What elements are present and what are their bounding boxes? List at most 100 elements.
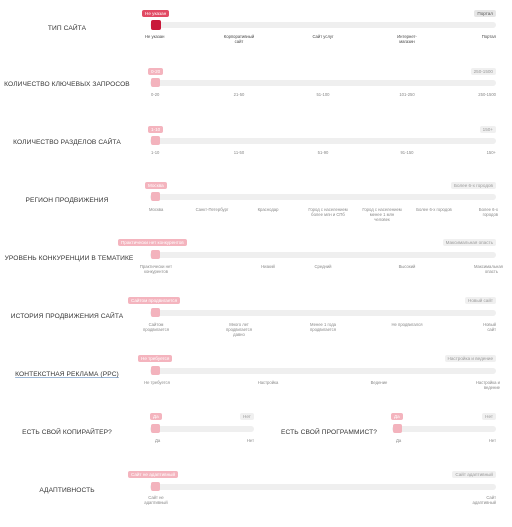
tick-label[interactable]: Не указан	[145, 34, 185, 40]
label-keywords: Количество ключевых запросов	[4, 81, 130, 88]
slider-row-sections: Количество разделов сайта 1-10 150+ 1-10…	[0, 122, 512, 179]
slider-track[interactable]	[150, 80, 496, 86]
max-value-badge: Новый сайт	[465, 297, 496, 304]
tick-label[interactable]: 0-20	[151, 92, 191, 98]
max-value-badge: Портал	[474, 10, 496, 17]
label-region: Регион продвижения	[25, 197, 109, 204]
slider-thumb[interactable]	[151, 78, 160, 87]
tick-label[interactable]: 51-100	[298, 92, 348, 98]
tick-label[interactable]: Интернет-магазин	[390, 34, 424, 45]
max-value-badge: Сайт адаптивный	[452, 471, 496, 478]
tick-label[interactable]: 21-50	[214, 92, 264, 98]
tick-label[interactable]: Корпоративный сайт	[219, 34, 259, 45]
slider-row-adaptive: Адаптивность Сайт не адаптивный Сайт ада…	[0, 470, 512, 527]
slider-track[interactable]	[150, 484, 496, 490]
slider-thumb[interactable]	[151, 250, 160, 259]
tick-label[interactable]: Низкий	[243, 264, 293, 270]
tick-label[interactable]: Краснодар	[243, 207, 293, 213]
tick-label[interactable]: Практически нет конкурентов	[136, 264, 176, 275]
tick-label[interactable]: 91-150	[382, 150, 432, 156]
current-value-badge: 1-10	[148, 126, 164, 133]
max-value-badge: 250-1500	[470, 68, 496, 75]
tick-label[interactable]: 1-10	[151, 150, 191, 156]
max-value-badge: Нет	[482, 413, 496, 420]
tick-label[interactable]: Более 6-х городов	[409, 207, 459, 213]
label-site-type: Тип сайта	[47, 25, 87, 32]
tick-label[interactable]: Менее 1 года продвигается	[305, 322, 341, 333]
slider-thumb[interactable]	[151, 482, 160, 491]
tick-label[interactable]: Не продвигался	[382, 322, 432, 328]
current-value-badge: Практически нет конкурентов	[118, 239, 187, 246]
current-value-badge: Не требуется	[138, 355, 173, 362]
slider-row-region: Регион продвижения Москва Более 6-х горо…	[0, 180, 512, 237]
slider-thumb[interactable]	[151, 20, 161, 30]
current-value-badge: Сайтом продвигается	[128, 297, 181, 304]
label-competition: Уровень конкуренции в тематике	[4, 255, 134, 262]
slider-row-competition: Уровень конкуренции в тематике Практичес…	[0, 238, 512, 295]
slider-thumb[interactable]	[393, 424, 402, 433]
label-history: История продвижения сайта	[10, 313, 124, 320]
tick-label[interactable]: 51-90	[298, 150, 348, 156]
tick-label[interactable]: Более 6-х городов	[474, 207, 498, 218]
tick-label[interactable]: 101-250	[382, 92, 432, 98]
tick-label[interactable]: Санкт-Петербург	[187, 207, 237, 213]
label-programmer: Есть свой программист?	[281, 429, 377, 436]
tick-label[interactable]: Город с населением более млн и СПб	[305, 207, 351, 218]
tick-label[interactable]: Сайт не адаптивный	[141, 495, 171, 506]
slider-thumb[interactable]	[151, 136, 160, 145]
slider-thumb[interactable]	[151, 192, 160, 201]
current-value-badge: 0-20	[148, 68, 164, 75]
slider-track[interactable]	[150, 310, 496, 316]
tick-label[interactable]: Новый сайт	[476, 322, 496, 333]
slider-track[interactable]	[150, 22, 496, 28]
tick-label[interactable]: Много лет продвигается давно	[222, 322, 256, 337]
tick-label[interactable]: Да	[396, 438, 436, 444]
max-value-badge: Настройка и ведение	[444, 355, 496, 362]
tick-label[interactable]: 11-50	[214, 150, 264, 156]
slider-row-keywords: Количество ключевых запросов 0-20 250-15…	[0, 64, 512, 121]
tick-label[interactable]: Город с населением менее 1 млн человек	[362, 207, 402, 222]
label-sections: Количество разделов сайта	[13, 139, 121, 146]
slider-track[interactable]	[392, 426, 496, 432]
slider-row-site-type: Тип сайта Не указан Портал Не указан Кор…	[0, 6, 512, 63]
slider-track[interactable]	[150, 426, 254, 432]
slider-row-pair: Есть свой копирайтер? Да Нет Да Нет Есть…	[0, 412, 512, 469]
current-value-badge: Сайт не адаптивный	[128, 471, 179, 478]
slider-thumb[interactable]	[151, 424, 160, 433]
tick-label[interactable]: Москва	[149, 207, 189, 213]
current-value-badge: Не указан	[142, 10, 170, 17]
tick-label[interactable]: Нет	[214, 438, 254, 444]
tick-label[interactable]: Нет	[456, 438, 496, 444]
tick-label[interactable]: Да	[155, 438, 195, 444]
tick-label[interactable]: 250-1500	[456, 92, 496, 98]
max-value-badge: Нет	[240, 413, 254, 420]
tick-label[interactable]: Максимальная опасть	[474, 264, 503, 275]
label-ppc-link[interactable]: Контекстная реклама (PPC)	[0, 371, 134, 378]
slider-row-history: История продвижения сайта Сайтом продвиг…	[0, 296, 512, 353]
tick-label[interactable]: Портал	[456, 34, 496, 40]
tick-label[interactable]: Сайт услуг	[298, 34, 348, 40]
slider-track[interactable]	[150, 252, 496, 258]
tick-label[interactable]: Средний	[298, 264, 348, 270]
tick-label[interactable]: Настройка и ведение	[474, 380, 500, 391]
slider-thumb[interactable]	[151, 308, 160, 317]
slider-track[interactable]	[150, 368, 496, 374]
tick-label[interactable]: Высокий	[382, 264, 432, 270]
tick-label[interactable]: Настройка	[243, 380, 293, 386]
slider-thumb[interactable]	[151, 366, 160, 375]
tick-label[interactable]: Сайт адаптивный	[466, 495, 496, 506]
tick-label[interactable]: Сайтом продвигается	[138, 322, 174, 333]
slider-track[interactable]	[150, 138, 496, 144]
current-value-badge: Москва	[145, 182, 167, 189]
current-value-badge: Да	[150, 413, 162, 420]
max-value-badge: Максимальная опасть	[442, 239, 496, 246]
label-adaptive: Адаптивность	[39, 487, 95, 494]
slider-track[interactable]	[150, 194, 496, 200]
tick-label[interactable]: Ведение	[354, 380, 404, 386]
tick-label[interactable]: 150+	[456, 150, 496, 156]
slider-row-ppc: Контекстная реклама (PPC) Не требуется Н…	[0, 354, 512, 411]
max-value-badge: 150+	[479, 126, 496, 133]
max-value-badge: Более 6-х городов	[450, 182, 496, 189]
label-copywriter: Есть свой копирайтер?	[22, 429, 112, 436]
tick-label[interactable]: Не требуется	[132, 380, 182, 386]
